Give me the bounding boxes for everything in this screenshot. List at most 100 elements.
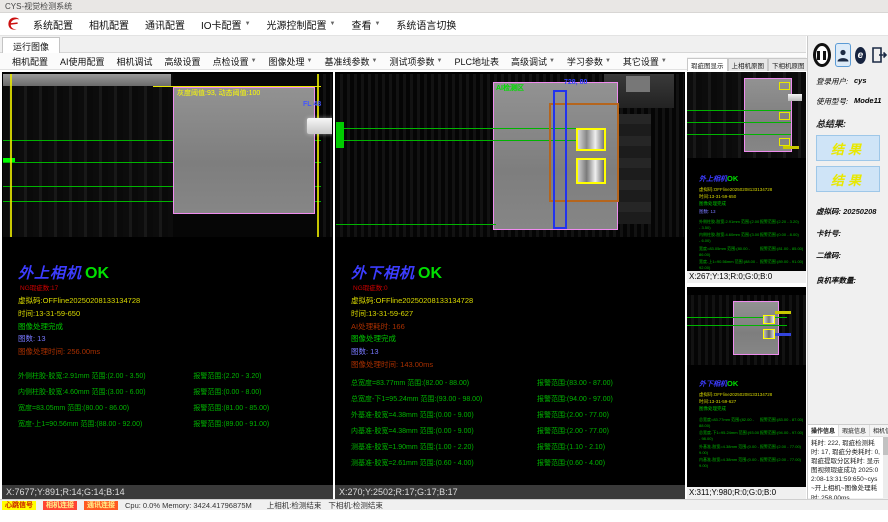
alarm-range: 报警范围:(1.10 - 2.10) [537,442,672,452]
measure-value: 外基准-胶宽=4.38mm 范围:(0.00 - 9.00) [351,410,537,420]
tool-label: 高级设置 [165,55,201,68]
lower-camera-thumbnail[interactable]: 外下相机OK 虚拟码:OFFline20250208133134728 时间:1… [687,287,806,499]
alarm-range: 报警范围:(2.00 - 77.00) [537,426,672,436]
alarm-range: 报警范围:(2.20 - 3.20) [193,371,320,381]
exit-button[interactable] [870,44,888,66]
detected-part-region [733,301,779,355]
menu-label: 相机配置 [89,17,129,32]
measurement-row: 宽度-上1=90.56mm 范围:(88.00 - 92.00)报警范围:(89… [699,259,804,270]
login-user-label: 登录用户: [816,76,854,87]
menu-io-config[interactable]: IO卡配置▼ [193,17,259,32]
measure-line [336,140,581,141]
alarm-range: 报警范围:(83.00 - 87.00) [537,378,672,388]
tool-baseline-params[interactable]: 基准线参数▼ [319,55,384,68]
tool-plc-address[interactable]: PLC地址表 [448,55,505,68]
tool-advanced-settings[interactable]: 高级设置 [159,55,207,68]
thumb-tab-lower-raw[interactable]: 下相机原图 [768,58,809,71]
dropdown-arrow-icon: ▼ [307,58,313,64]
dropdown-arrow-icon: ▼ [251,58,257,64]
control-button-row: e [808,36,888,67]
measurement-list: 外侧柱胶-胶宽:2.91mm 范围:(2.00 - 3.50)报警范围:(2.2… [18,371,320,429]
upper-camera-result-block: 外上相机OK NG瑕疵数:17 虚拟码:OFFline2025020813313… [2,240,333,485]
detected-part-region [173,87,315,214]
dropdown-arrow-icon: ▼ [605,58,611,64]
tool-label: 其它设置 [623,55,659,68]
menu-language-switch[interactable]: 系统语言切换 [388,17,464,32]
measure-mark [336,122,344,148]
camera-connection-badge: 相机连接 [43,501,77,510]
menu-view[interactable]: 查看▼ [343,17,388,32]
thumb-tab-upper-raw[interactable]: 上相机原图 [728,58,769,71]
lower-camera-image[interactable]: 728, 80 AI检测区 [336,74,684,237]
tool-other-settings[interactable]: 其它设置▼ [617,55,673,68]
app-logo-icon [3,14,25,34]
menu-label: 系统语言切换 [396,17,456,32]
tool-label: PLC地址表 [454,55,499,68]
menu-camera-config[interactable]: 相机配置 [81,17,137,32]
dropdown-arrow-icon: ▼ [436,58,442,64]
scrollbar-thumb[interactable] [883,437,888,455]
dropdown-arrow-icon: ▼ [245,21,251,27]
capture-time-label: 时间:13-31-59-650 [18,308,333,321]
process-status-label: 图像处理完成 [699,405,804,412]
measure-value: 宽度=83.05mm 范围:(80.00 - 86.00) [18,403,193,413]
defect-highlight-box [763,315,775,324]
dropdown-arrow-icon: ▼ [661,58,667,64]
tool-label: 测试项参数 [389,55,434,68]
menu-system-config[interactable]: 系统配置 [25,17,81,32]
alarm-range: 报警范围:(0.00 - 8.00) [760,232,799,243]
measurement-list: 总宽度=83.77mm 范围:(82.00 - 88.00)报警范围:(83.0… [351,378,672,468]
log-tab-operation[interactable]: 操作信息 [808,425,839,436]
tool-spot-check[interactable]: 点检设置▼ [207,55,263,68]
measurement-row: 内侧柱胶-胶宽:4.60mm 范围:(3.00 - 6.00)报警范围:(0.0… [699,232,804,243]
ng-count-label: NG瑕疵数:17 [20,282,333,292]
tool-ai-use-config[interactable]: AI使用配置 [54,55,111,68]
measure-value: 总宽度-下1=95.24mm 范围:(93.00 - 98.00) [699,430,760,441]
info-button[interactable]: e [855,47,866,64]
menu-light-control[interactable]: 光源控制配置▼ [259,17,344,32]
menu-label: IO卡配置 [201,17,242,32]
measurement-row: 宽度-上1=90.56mm 范围:(88.00 - 92.00)报警范围:(89… [18,419,320,429]
defect-highlight-box [576,128,606,151]
tool-camera-debug[interactable]: 相机调试 [111,55,159,68]
upper-camera-image[interactable]: 灰度阈值:93, 动态阈值:100 FL 48 [3,74,332,237]
defect-highlight-box [576,158,606,184]
pin-number-label: 卡针号: [816,229,841,238]
process-status-label: 图像处理完成 [699,200,804,207]
menu-bar: 系统配置 相机配置 通讯配置 IO卡配置▼ 光源控制配置▼ 查看▼ 系统语言切换 [0,13,888,36]
tool-advanced-debug[interactable]: 高级调试▼ [505,55,561,68]
window-titlebar: CYS-视觉检测系统 [0,0,888,13]
measurement-row: 外基准-胶宽=4.38mm 范围:(0.00 - 9.00)报警范围:(2.00… [699,444,804,455]
upper-camera-thumbnail[interactable]: 外上相机OK 虚拟码:OFFline20250208133134728 时间:1… [687,72,806,283]
tab-run-image[interactable]: 运行图像 [2,37,60,54]
login-user-value: cys [854,76,867,87]
log-scrollbar[interactable] [883,435,888,498]
thumb-tab-strip: 瑕疵图显示 上相机原图 下相机原图 [687,57,806,71]
measurement-row: 测基准-胶宽=2.61mm 范围:(0.60 - 4.00)报警范围:(0.60… [351,458,672,468]
measurement-row: 内基准-胶宽=4.38mm 范围:(0.00 - 9.00)报警范围:(2.00… [351,426,672,436]
measurement-row: 内基准-胶宽=4.38mm 范围:(0.00 - 9.00)报警范围:(2.00… [699,457,804,468]
product-code-label: 虚拟码:OFFline20250208133134728 [699,186,804,193]
log-tab-defect[interactable]: 瑕疵信息 [839,425,870,436]
user-login-button[interactable] [835,43,851,67]
total-result-label: 总结果: [808,117,888,130]
tool-camera-config[interactable]: 相机配置 [6,55,54,68]
tool-learn-params[interactable]: 学习参数▼ [561,55,617,68]
reference-line [10,74,12,237]
measurement-row: 外基准-胶宽=4.38mm 范围:(0.00 - 9.00)报警范围:(2.00… [351,410,672,420]
measurement-row: 测基准-胶宽=1.90mm 范围:(1.00 - 2.20)报警范围:(1.10… [351,442,672,452]
image-texture [319,74,332,237]
thumb-tab-defect-view[interactable]: 瑕疵图显示 [687,58,728,71]
ng-count-label: NG瑕疵数:0 [353,282,685,292]
product-code-label: 虚拟码:OFFline20250208133134728 [18,295,333,308]
tool-test-params[interactable]: 测试项参数▼ [383,55,448,68]
dropdown-arrow-icon: ▼ [372,58,378,64]
tool-image-processing[interactable]: 图像处理▼ [263,55,319,68]
annotation-label [775,333,791,336]
pause-button[interactable] [813,43,831,67]
product-code-value: 20250208 [843,207,876,216]
e-icon: e [858,50,864,61]
menu-label: 系统配置 [33,17,73,32]
blue-measure-box [553,90,567,229]
menu-comm-config[interactable]: 通讯配置 [137,17,193,32]
